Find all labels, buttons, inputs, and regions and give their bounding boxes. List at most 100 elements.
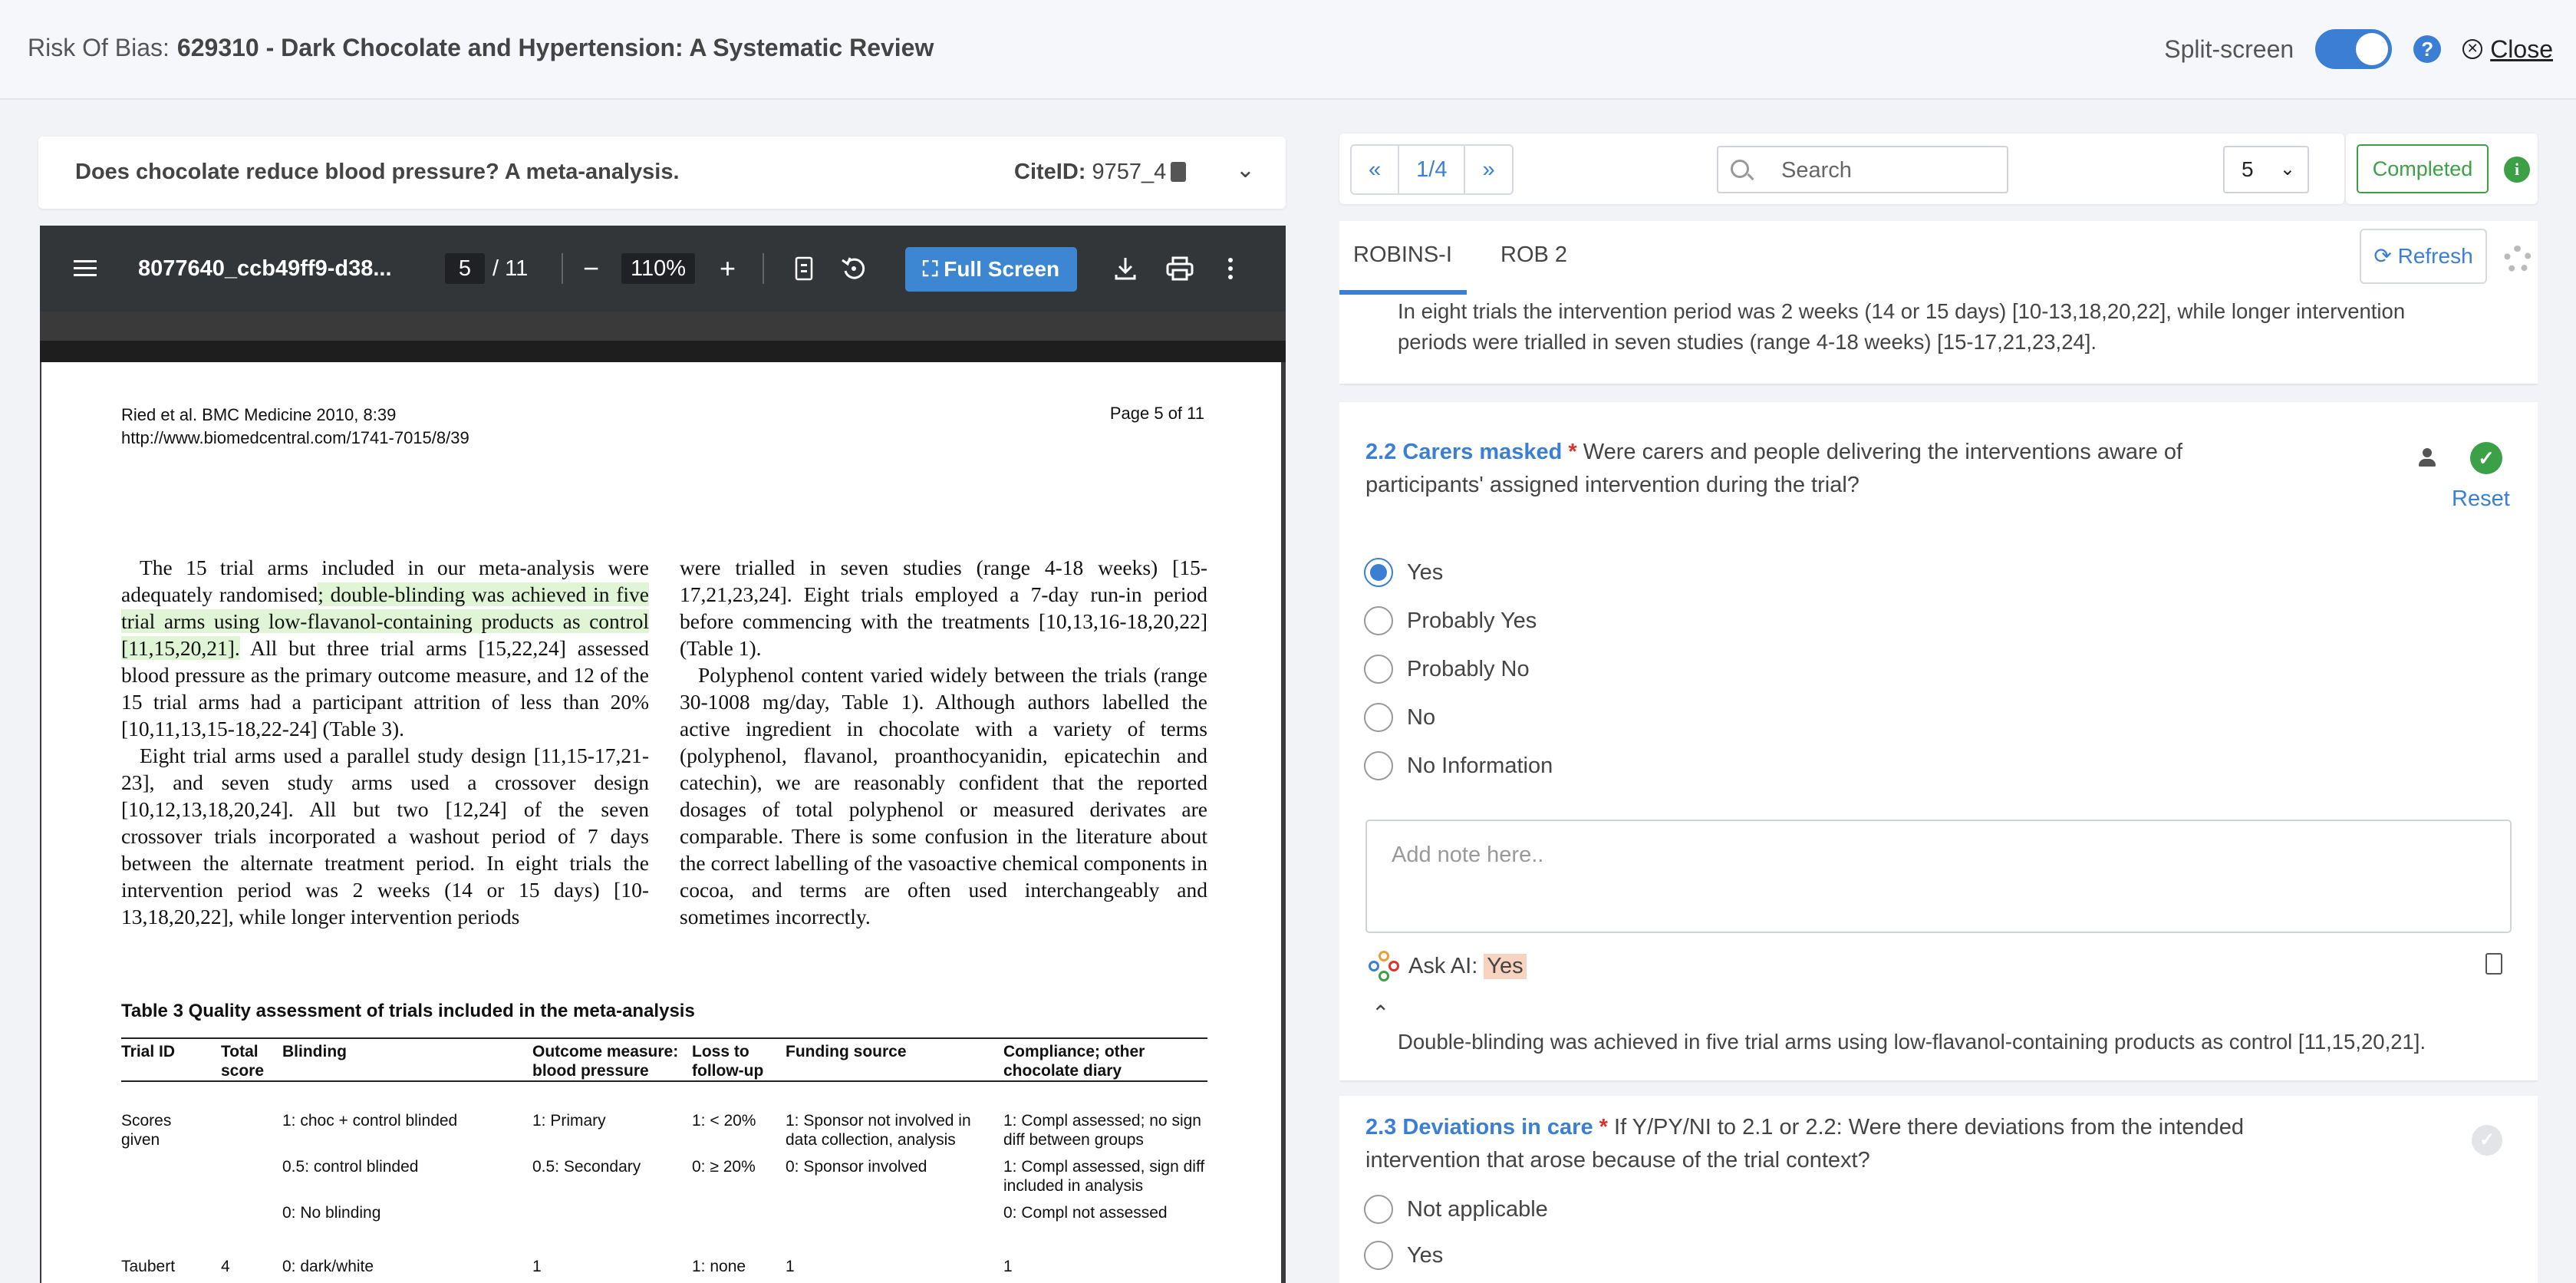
table-cell: 1: Compl assessed; no sign diff between … [1003,1112,1201,1149]
question-nav-bar: « 1/4 » Search 5 ⌄ [1339,134,2344,204]
search-input[interactable]: Search [1717,146,2008,193]
radio[interactable] [1364,606,1393,635]
gear-icon[interactable] [2504,246,2532,273]
radio[interactable] [1364,751,1393,780]
table-row: Scores given 1: choc + control blinded 1… [121,1111,1207,1157]
question-card-2-3: 2.3 Deviations in care * If Y/PY/NI to 2… [1339,1096,2538,1283]
note-textarea[interactable]: Add note here.. [1365,820,2512,933]
prev-page-button[interactable]: « [1352,146,1400,193]
option-probably-no[interactable]: Probably No [1364,652,1530,686]
check-icon: ✓ [2470,442,2502,474]
copy-icon[interactable] [1171,162,1187,182]
question-card-2-2: 2.2 Carers masked * Were carers and peop… [1339,402,2538,1080]
reset-button[interactable]: Reset [2452,486,2510,512]
cite-id-value: 9757_4 [1092,160,1167,184]
cite-id: CiteID: 9757_4 [1014,160,1187,185]
page-fit-icon[interactable] [795,226,813,312]
menu-icon[interactable] [74,226,98,312]
option-label: Yes [1407,559,1444,585]
questions-scroll-area[interactable]: In eight trials the intervention period … [1339,295,2538,1283]
pager: « 1/4 » [1350,144,1514,195]
info-icon[interactable]: i [2504,157,2530,183]
tab-robins-i[interactable]: ROBINS-I [1353,242,1452,268]
table-cell: 0: No blinding [282,1204,381,1222]
zoom-level[interactable]: 110% [621,253,695,284]
text-column-right: were trialled in seven studies (range 4-… [680,554,1207,930]
option-no[interactable]: No [1364,701,1435,734]
pdf-toolbar: 8077640_ccb49ff9-d38... 5 / 11 − 110% + … [40,226,1286,312]
radio[interactable] [1364,1241,1393,1270]
table-cell: 0: Sponsor involved [786,1158,927,1176]
table-cell: 1: none [692,1258,746,1275]
download-icon[interactable] [1114,226,1137,312]
check-icon: ✓ [2472,1125,2502,1156]
tab-rob-2[interactable]: ROB 2 [1500,242,1567,268]
toggle-knob [2356,33,2389,65]
page-number-input[interactable]: 5 [445,253,485,284]
table-cell: 1 [1003,1258,1013,1275]
paragraph: The 15 trial arms included in our meta-a… [121,554,649,742]
radio[interactable] [1364,703,1393,732]
option-label: Probably Yes [1407,608,1537,633]
copy-icon[interactable] [2485,953,2502,975]
close-button[interactable]: ✕ Close [2462,35,2553,64]
pdf-filename: 8077640_ccb49ff9-d38... [138,256,392,281]
more-options-icon[interactable] [1227,226,1234,312]
note-placeholder: Add note here.. [1392,843,1544,867]
option-yes[interactable]: Yes [1364,1238,1443,1272]
column-header: Compliance; other chocolate diary [1003,1043,1145,1080]
review-title: 629310 - Dark Chocolate and Hypertension… [176,34,934,61]
ask-ai-label: Ask AI: [1408,953,1478,978]
chevron-up-icon[interactable]: ⌃ [1372,1001,1389,1026]
table-cell: 1: Sponsor not involved in data collecti… [786,1112,971,1149]
page-header-left: Ried et al. BMC Medicine 2010, 8:39 http:… [121,404,469,450]
rotate-icon[interactable] [841,226,867,312]
person-icon[interactable] [2418,448,2436,468]
ask-ai[interactable]: Ask AI: Yes [1369,951,1527,981]
level-select-value: 5 [2242,157,2254,181]
level-select[interactable]: 5 ⌄ [2223,146,2309,193]
paragraph: Eight trial arms used a parallel study d… [121,744,649,928]
citation-title: Does chocolate reduce blood pressure? A … [75,160,680,184]
full-screen-button[interactable]: ⛶ Full Screen [905,247,1077,292]
table-cell: 1: Compl assessed, sign diff included in… [1003,1158,1205,1195]
completed-button[interactable]: Completed [2357,144,2489,193]
option-no-information[interactable]: No Information [1364,749,1553,783]
radio[interactable] [1364,655,1393,684]
help-icon[interactable]: ? [2413,35,2442,63]
chevron-down-icon[interactable]: ⌄ [1236,157,1255,183]
table-cell: 1: choc + control blinded [282,1112,458,1130]
journal-url: http://www.biomedcentral.com/1741-7015/8… [121,428,469,447]
app-header: Risk Of Bias: 629310 - Dark Chocolate and… [0,0,2576,100]
page-header-right: Page 5 of 11 [1109,404,1204,423]
option-yes[interactable]: Yes [1364,556,1443,589]
table-cell: 1: Primary [532,1112,606,1130]
question-text: 2.2 Carers masked * Were carers and peop… [1365,436,2248,502]
status-card: Completed i [2346,134,2538,204]
ai-icon [1369,951,1399,981]
pdf-viewer: 8077640_ccb49ff9-d38... 5 / 11 − 110% + … [40,226,1286,1283]
page-indicator: 1/4 [1399,146,1466,193]
table-cell: 4 [221,1258,230,1275]
option-label: Yes [1407,1242,1444,1268]
option-label: No [1407,704,1436,730]
option-probably-yes[interactable]: Probably Yes [1364,604,1537,638]
radio-selected[interactable] [1364,558,1393,587]
print-icon[interactable] [1166,226,1194,312]
table-cell: 0: dark/white [282,1258,374,1275]
table-cell: Scores given [121,1112,172,1149]
zoom-in-icon[interactable]: + [720,226,736,312]
ai-explanation: Double-blinding was achieved in five tri… [1398,1030,2426,1054]
split-screen-toggle[interactable] [2315,29,2393,69]
radio[interactable] [1364,1195,1393,1224]
page-title: Risk Of Bias: 629310 - Dark Chocolate and… [28,34,934,62]
paragraph: were trialled in seven studies (range 4-… [680,556,1207,660]
option-label: Probably No [1407,656,1530,681]
pdf-page: Ried et al. BMC Medicine 2010, 8:39 http:… [41,362,1281,1283]
table-row: 0.5: control blinded 0.5: Secondary 0: ≥… [121,1157,1207,1203]
option-not-applicable[interactable]: Not applicable [1364,1192,1548,1226]
search-placeholder: Search [1781,158,1852,183]
refresh-button[interactable]: ⟳ Refresh [2360,229,2487,284]
next-page-button[interactable]: » [1465,146,1511,193]
zoom-out-icon[interactable]: − [583,226,599,312]
